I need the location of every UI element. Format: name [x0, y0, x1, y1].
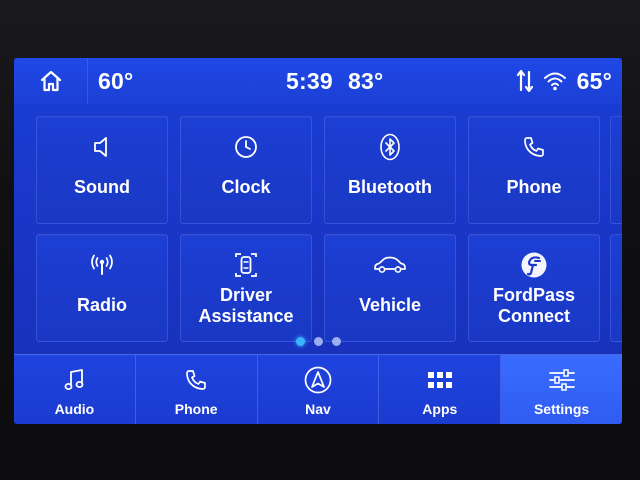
nav-audio[interactable]: Audio — [14, 355, 136, 424]
next-page-tile-edge[interactable] — [610, 116, 622, 224]
page-dot-3[interactable] — [331, 337, 341, 346]
nav-label: Settings — [533, 401, 590, 417]
home-icon — [40, 70, 61, 92]
tile-fordpass-connect[interactable]: FordPass Connect — [468, 234, 600, 342]
tile-label: Radio — [76, 295, 127, 315]
apps-grid-icon — [427, 372, 452, 388]
tile-label: Sound — [74, 177, 130, 197]
tile-label: Driver Assistance — [198, 285, 294, 326]
tile-label: FordPass Connect — [492, 285, 576, 326]
page-dot-1[interactable] — [295, 337, 305, 346]
nav-navigation[interactable]: Nav — [258, 355, 380, 424]
tile-label: Phone — [506, 177, 562, 197]
tile-driver-assistance[interactable]: Driver Assistance — [180, 234, 312, 342]
status-right-group: 65° — [516, 58, 612, 104]
tile-radio[interactable]: Radio — [36, 234, 168, 342]
nav-label: Audio — [54, 401, 95, 417]
home-button[interactable] — [14, 58, 88, 104]
data-transfer-icon — [516, 69, 533, 93]
wifi-icon — [543, 72, 566, 91]
navigation-arrow-icon — [304, 366, 332, 394]
outside-temperature: 60° — [98, 68, 134, 94]
status-bar: 60° 5:39 83° 65° — [14, 58, 622, 104]
tile-label: Clock — [221, 177, 271, 197]
tile-sound[interactable]: Sound — [36, 116, 168, 224]
page-indicator — [14, 337, 622, 347]
nav-apps[interactable]: Apps — [379, 355, 502, 424]
nav-phone[interactable]: Phone — [136, 355, 258, 424]
bottom-navigation: Audio Phone Nav Apps Settings — [14, 354, 622, 424]
nav-settings[interactable]: Settings — [501, 355, 622, 424]
car-icon — [374, 256, 406, 273]
music-note-icon — [64, 369, 84, 390]
tile-clock[interactable]: Clock — [180, 116, 312, 224]
sliders-icon — [548, 369, 575, 391]
nav-label: Nav — [305, 401, 331, 417]
tile-vehicle[interactable]: Vehicle — [324, 234, 456, 342]
next-page-tile-edge[interactable] — [610, 234, 622, 342]
clock-time: 5:39 — [286, 68, 333, 94]
fordpass-icon — [521, 252, 547, 278]
tile-label: Vehicle — [358, 295, 422, 315]
tile-bluetooth[interactable]: Bluetooth — [324, 116, 456, 224]
speaker-icon — [94, 137, 107, 157]
right-temperature[interactable]: 65° — [577, 58, 612, 104]
bluetooth-icon — [380, 133, 400, 161]
climate-temperature[interactable]: 83° — [348, 58, 383, 104]
settings-tile-grid: Sound Clock Bluetooth Phone Radio Driver… — [14, 104, 622, 354]
driver-assist-icon — [235, 253, 257, 277]
radio-antenna-icon — [91, 254, 113, 275]
page-dot-2[interactable] — [313, 337, 323, 346]
nav-label: Phone — [174, 401, 218, 417]
phone-icon — [524, 137, 544, 157]
phone-icon — [186, 370, 207, 390]
infotainment-screen: 60° 5:39 83° 65° Sound Clock Bluetooth P… — [14, 58, 622, 424]
clock-icon — [235, 136, 257, 158]
nav-label: Apps — [422, 401, 458, 417]
tile-label: Bluetooth — [348, 177, 432, 197]
tile-phone[interactable]: Phone — [468, 116, 600, 224]
